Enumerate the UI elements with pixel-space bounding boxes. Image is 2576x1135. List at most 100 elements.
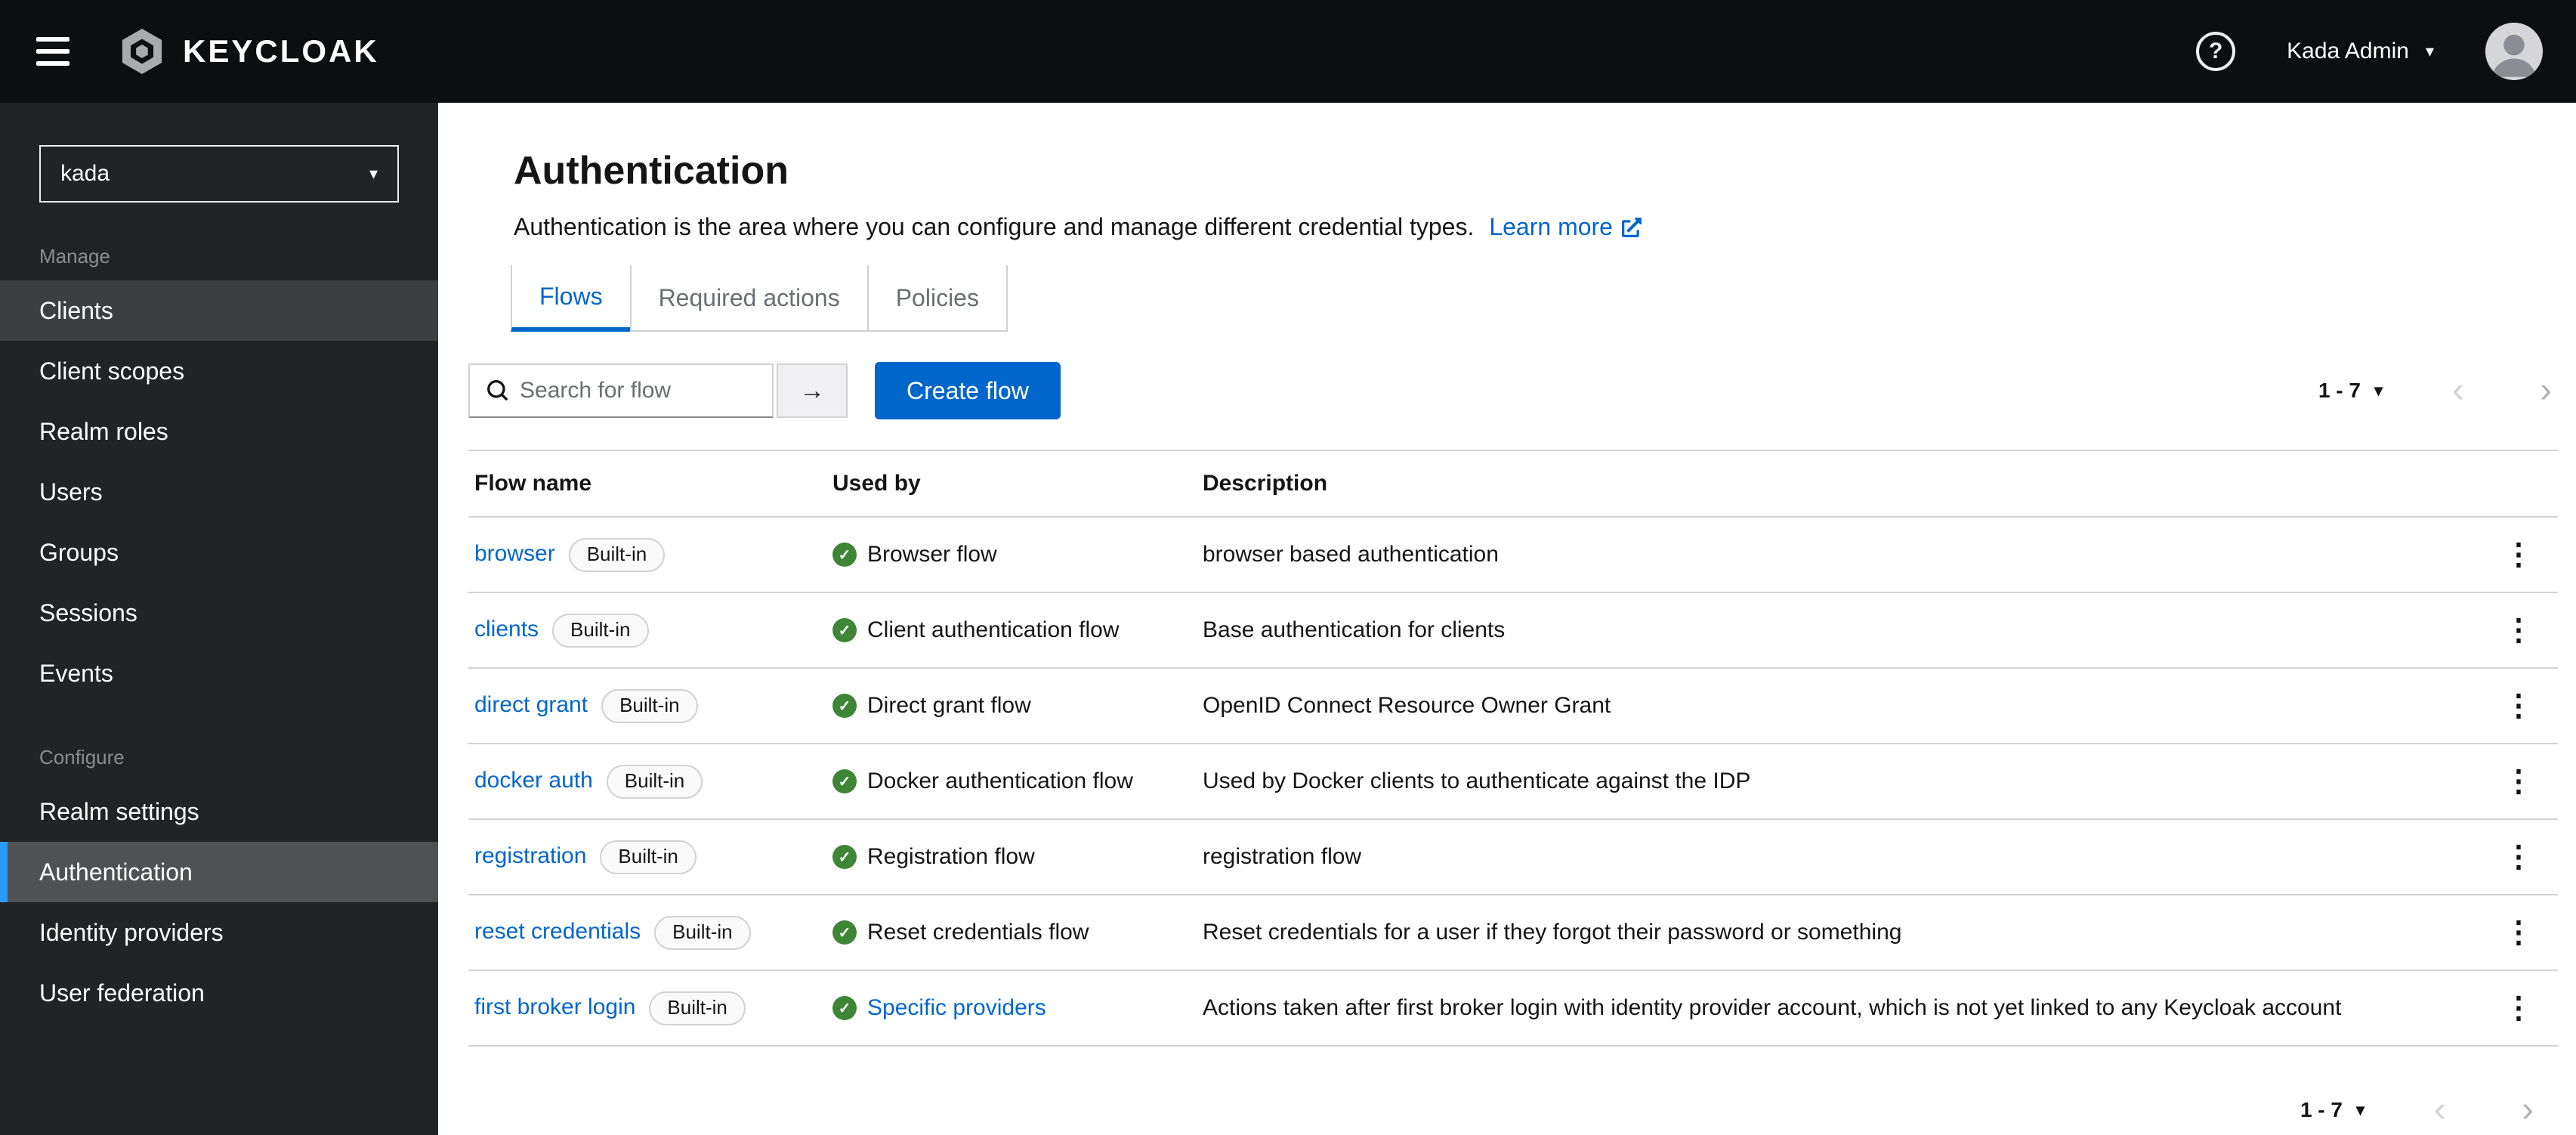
sidebar-item-sessions[interactable]: Sessions [0, 583, 438, 643]
success-check-icon: ✓ [832, 543, 857, 567]
top-pagination: 1 - 7 ▾ ‹ › [2318, 373, 2558, 409]
success-check-icon: ✓ [832, 920, 857, 945]
table-header-row: Flow name Used by Description [468, 450, 2558, 518]
search-icon [486, 380, 508, 401]
table-row: browser Built-in ✓ Browser flow browser ba… [468, 517, 2558, 593]
used-by-text: Reset credentials flow [867, 920, 1089, 945]
flows-table: Flow name Used by Description browser Bui… [468, 450, 2558, 1047]
used-by-text: Direct grant flow [867, 693, 1031, 718]
used-by-link[interactable]: Specific providers [867, 995, 1046, 1021]
pagination-range: 1 - 7 [2300, 1098, 2343, 1121]
tab-policies[interactable]: Policies [866, 265, 1008, 332]
built-in-badge: Built-in [601, 688, 698, 723]
used-by-text: Browser flow [867, 542, 997, 567]
sidebar-item-users[interactable]: Users [0, 462, 438, 522]
sidebar-nav: kada ▾ Manage Clients Client scopes Real… [0, 103, 438, 1135]
sidebar-item-realm-roles[interactable]: Realm roles [0, 401, 438, 462]
kebab-menu-icon[interactable]: ⋮ [2491, 840, 2546, 874]
sidebar-item-client-scopes[interactable]: Client scopes [0, 341, 438, 401]
pagination-range-dropdown[interactable]: 1 - 7 ▾ [2300, 1098, 2364, 1122]
flow-link[interactable]: direct grant [474, 692, 588, 717]
used-by-text: Registration flow [867, 844, 1035, 869]
pagination-prev-button[interactable]: ‹ [2428, 1092, 2452, 1128]
avatar[interactable] [2485, 23, 2543, 80]
tab-bar: Flows Required actions Policies [511, 265, 1008, 332]
table-row: registration Built-in ✓ Registration flow … [468, 819, 2558, 895]
table-row: docker auth Built-in ✓ Docker authenticati… [468, 744, 2558, 820]
used-by-text: Client authentication flow [867, 617, 1120, 642]
chevron-down-icon: ▾ [2355, 1100, 2365, 1119]
masthead: KEYCLOAK ? Kada Admin ▾ [0, 0, 2576, 103]
kebab-menu-icon[interactable]: ⋮ [2491, 764, 2546, 799]
hamburger-menu-icon[interactable] [0, 0, 106, 103]
page-description: Authentication is the area where you can… [514, 213, 1475, 240]
pagination-next-button[interactable]: › [2534, 373, 2558, 409]
user-menu-button[interactable]: Kada Admin ▾ [2287, 39, 2434, 64]
sidebar-item-user-federation[interactable]: User federation [0, 963, 438, 1023]
sidebar-item-label: Authentication [39, 858, 193, 886]
success-check-icon: ✓ [832, 769, 857, 793]
kebab-menu-icon[interactable]: ⋮ [2491, 991, 2546, 1025]
sidebar-item-label: Users [39, 478, 103, 506]
flow-link[interactable]: reset credentials [474, 919, 641, 944]
sidebar-item-events[interactable]: Events [0, 643, 438, 704]
success-check-icon: ✓ [832, 845, 857, 869]
kebab-menu-icon[interactable]: ⋮ [2491, 688, 2546, 723]
table-row: first broker login Built-in ✓ Specific pro… [468, 970, 2558, 1047]
pagination-range-dropdown[interactable]: 1 - 7 ▾ [2318, 379, 2383, 403]
realm-selector[interactable]: kada ▾ [39, 145, 399, 203]
learn-more-label: Learn more [1489, 213, 1613, 240]
sidebar-item-label: Groups [39, 538, 119, 566]
sidebar-item-label: Realm settings [39, 797, 199, 825]
flow-link[interactable]: first broker login [474, 994, 635, 1019]
learn-more-link[interactable]: Learn more [1489, 213, 1642, 241]
pagination-next-button[interactable]: › [2516, 1092, 2540, 1128]
external-link-icon [1621, 217, 1642, 237]
realm-name: kada [60, 161, 110, 186]
sidebar-item-clients[interactable]: Clients [0, 280, 438, 341]
flows-toolbar: → Create flow 1 - 7 ▾ ‹ › [468, 362, 2558, 419]
tab-flows[interactable]: Flows [511, 265, 630, 332]
flow-link[interactable]: docker auth [474, 768, 593, 793]
tab-required-actions[interactable]: Required actions [629, 265, 867, 332]
bottom-pagination: 1 - 7 ▾ ‹ › [2300, 1092, 2540, 1128]
flow-link[interactable]: registration [474, 843, 586, 868]
sidebar-item-realm-settings[interactable]: Realm settings [0, 781, 438, 842]
keycloak-admin-console: KEYCLOAK ? Kada Admin ▾ kada ▾ Manage Cl… [0, 0, 2576, 1135]
flow-description: Reset credentials for a user if they for… [1197, 895, 2485, 971]
column-description: Description [1197, 450, 2485, 518]
pagination-prev-button[interactable]: ‹ [2446, 373, 2470, 409]
sidebar-item-label: Client scopes [39, 357, 185, 385]
search-input[interactable] [520, 378, 772, 404]
help-icon[interactable]: ? [2196, 32, 2236, 71]
sidebar-item-label: Identity providers [39, 918, 224, 946]
kebab-menu-icon[interactable]: ⋮ [2491, 915, 2546, 950]
success-check-icon: ✓ [832, 618, 857, 642]
kebab-menu-icon[interactable]: ⋮ [2491, 537, 2546, 572]
success-check-icon: ✓ [832, 996, 857, 1020]
used-by-text: Docker authentication flow [867, 769, 1133, 793]
flow-description: Base authentication for clients [1197, 592, 2485, 669]
sidebar-item-identity-providers[interactable]: Identity providers [0, 902, 438, 963]
flow-link[interactable]: clients [474, 617, 539, 642]
chevron-down-icon: ▾ [2374, 381, 2383, 400]
create-flow-button[interactable]: Create flow [875, 362, 1061, 419]
flow-link[interactable]: browser [474, 541, 555, 566]
built-in-badge: Built-in [600, 840, 697, 874]
flow-description: OpenID Connect Resource Owner Grant [1197, 668, 2485, 744]
pagination-range: 1 - 7 [2318, 379, 2361, 402]
flow-description: registration flow [1197, 819, 2485, 895]
column-actions [2485, 450, 2558, 518]
sidebar-item-label: Events [39, 659, 113, 687]
search-submit-button[interactable]: → [777, 363, 848, 418]
built-in-badge: Built-in [552, 613, 649, 648]
sidebar-item-authentication[interactable]: Authentication [0, 842, 438, 902]
sidebar-item-groups[interactable]: Groups [0, 522, 438, 583]
built-in-badge: Built-in [649, 991, 746, 1025]
flow-description: Actions taken after first broker login w… [1197, 970, 2485, 1047]
table-row: reset credentials Built-in ✓ Reset credent… [468, 895, 2558, 971]
kebab-menu-icon[interactable]: ⋮ [2491, 613, 2546, 648]
sidebar-item-label: Realm roles [39, 417, 168, 445]
column-flow-name: Flow name [468, 450, 826, 518]
nav-section-manage: Manage [39, 245, 110, 268]
